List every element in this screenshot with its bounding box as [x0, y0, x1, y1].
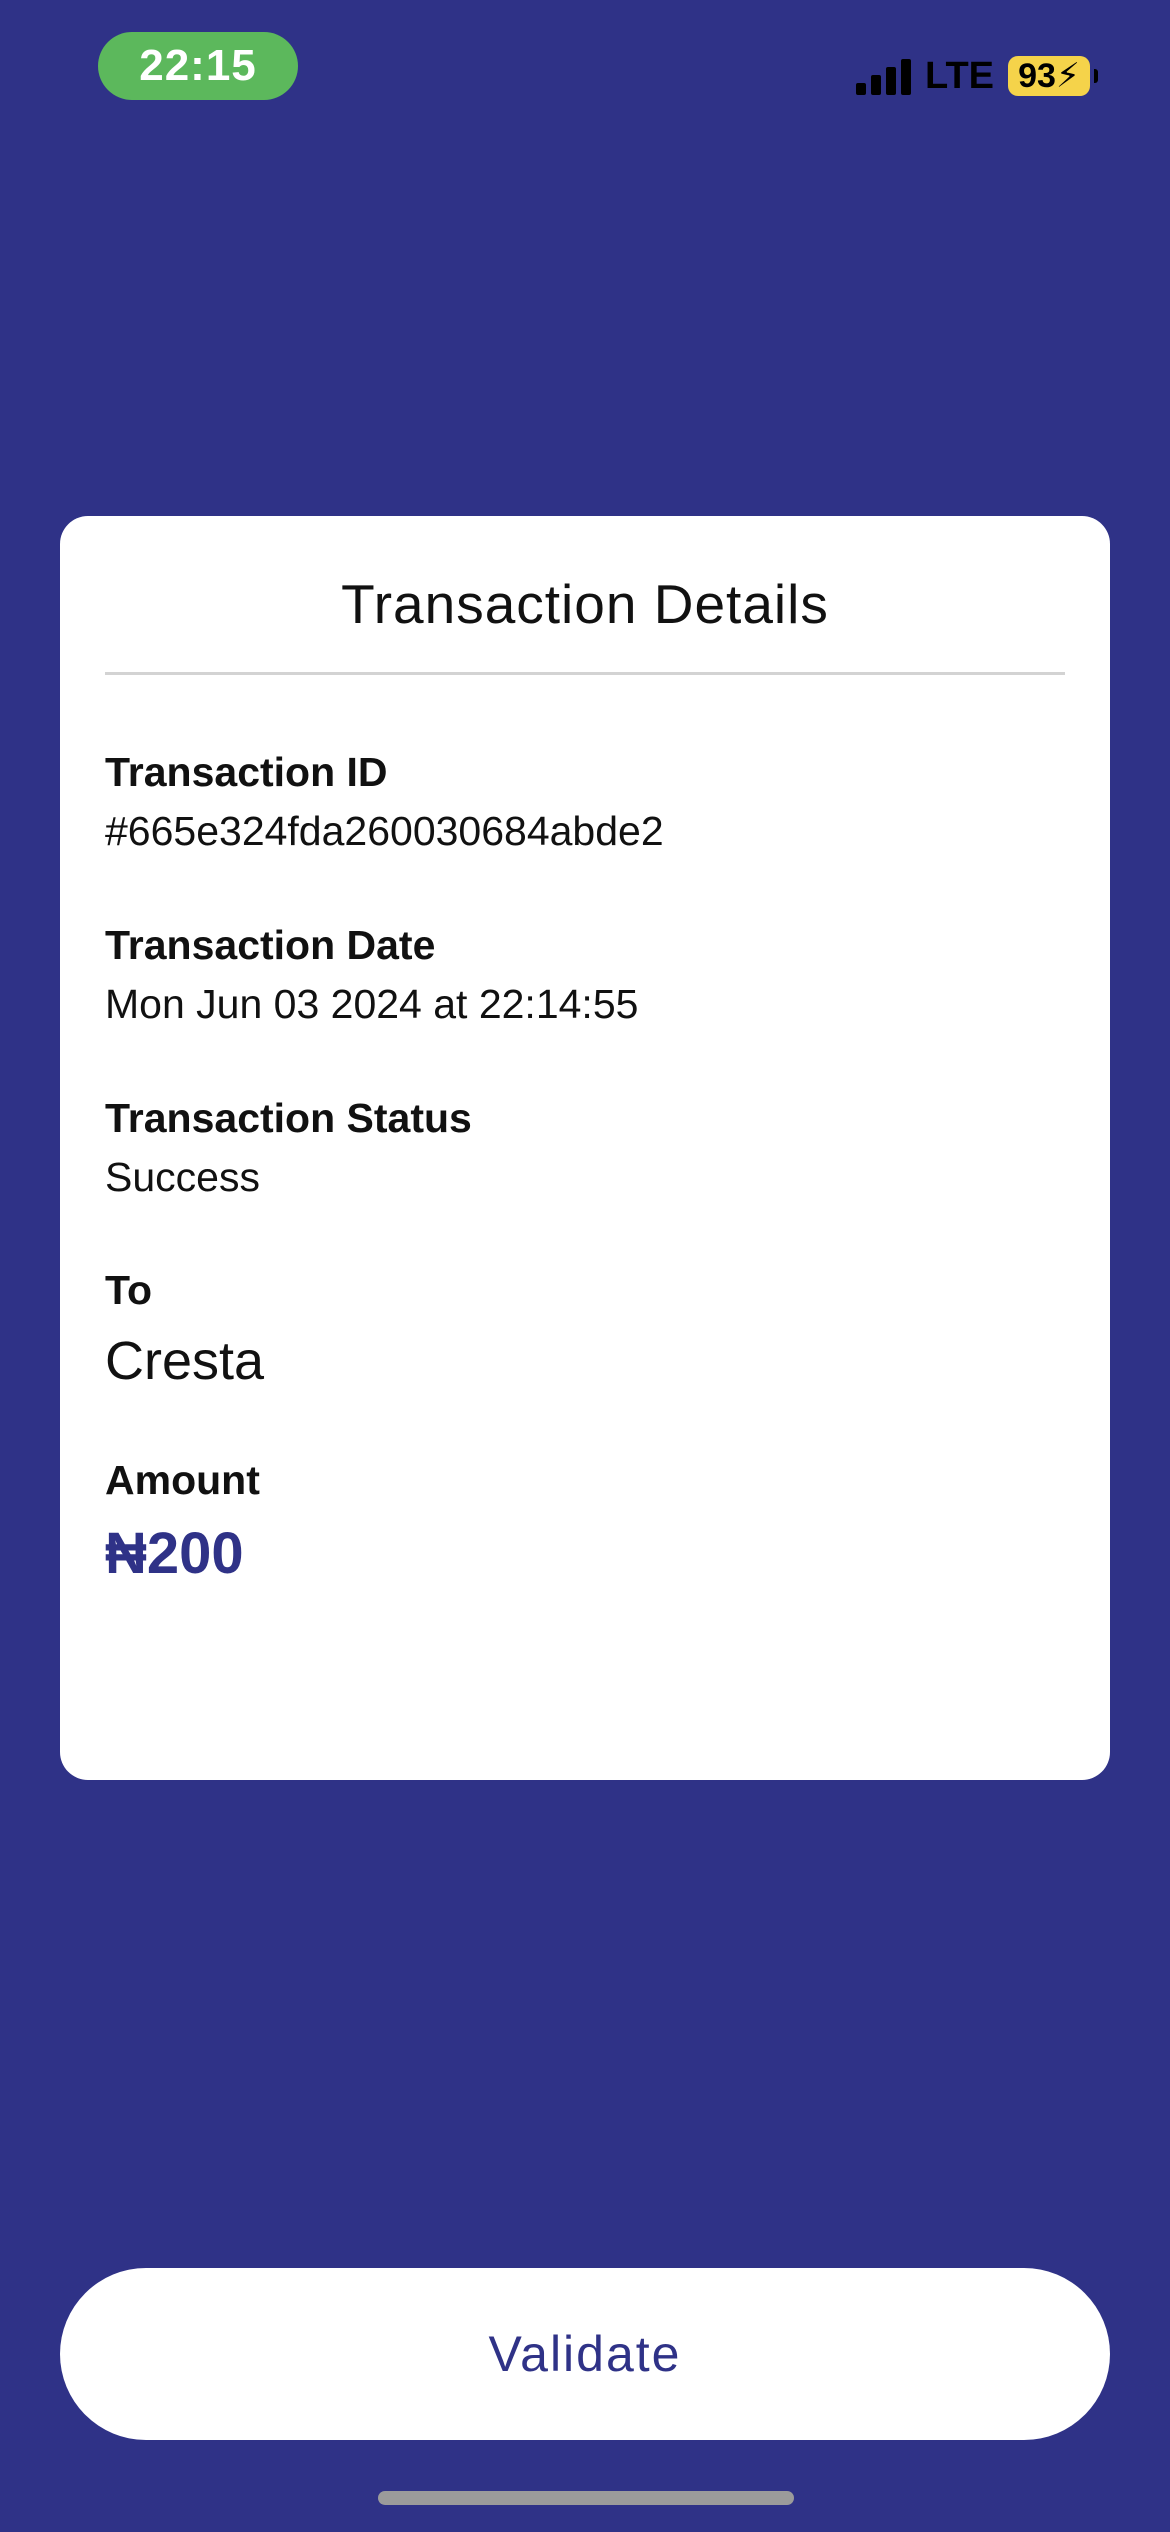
home-indicator[interactable]: [378, 2491, 794, 2505]
transaction-date-label: Transaction Date: [105, 922, 436, 968]
transaction-status-value: Success: [105, 1154, 260, 1201]
card-title: Transaction Details: [341, 573, 829, 635]
battery-icon: 93 ⚡: [1008, 56, 1098, 96]
transaction-status-field: Transaction Status Success: [105, 1094, 1065, 1202]
recipient-label: To: [105, 1267, 153, 1313]
transaction-status-label: Transaction Status: [105, 1095, 472, 1141]
transaction-details-card: Transaction Details Transaction ID #665e…: [60, 516, 1110, 1780]
battery-level: 93: [1018, 56, 1056, 95]
recipient-field: To Cresta: [105, 1266, 1065, 1394]
amount-value: ₦200: [105, 1521, 244, 1587]
charging-bolt-icon: ⚡: [1055, 57, 1080, 95]
transaction-date-field: Transaction Date Mon Jun 03 2024 at 22:1…: [105, 921, 1065, 1029]
transaction-date-value: Mon Jun 03 2024 at 22:14:55: [105, 981, 639, 1028]
validate-button[interactable]: Validate: [60, 2268, 1110, 2440]
transaction-id-field: Transaction ID #665e324fda260030684abde2: [105, 748, 1065, 856]
network-type: LTE: [925, 54, 994, 97]
amount-label: Amount: [105, 1457, 260, 1503]
status-indicators: LTE 93 ⚡: [856, 54, 1098, 98]
cellular-signal-icon: [856, 57, 912, 95]
transaction-id-label: Transaction ID: [105, 749, 388, 795]
amount-field: Amount ₦200: [105, 1456, 1065, 1589]
status-time: 22:15: [98, 32, 298, 100]
transaction-id-value: #665e324fda260030684abde2: [105, 808, 664, 855]
recipient-value: Cresta: [105, 1331, 265, 1392]
title-divider: [105, 672, 1065, 675]
